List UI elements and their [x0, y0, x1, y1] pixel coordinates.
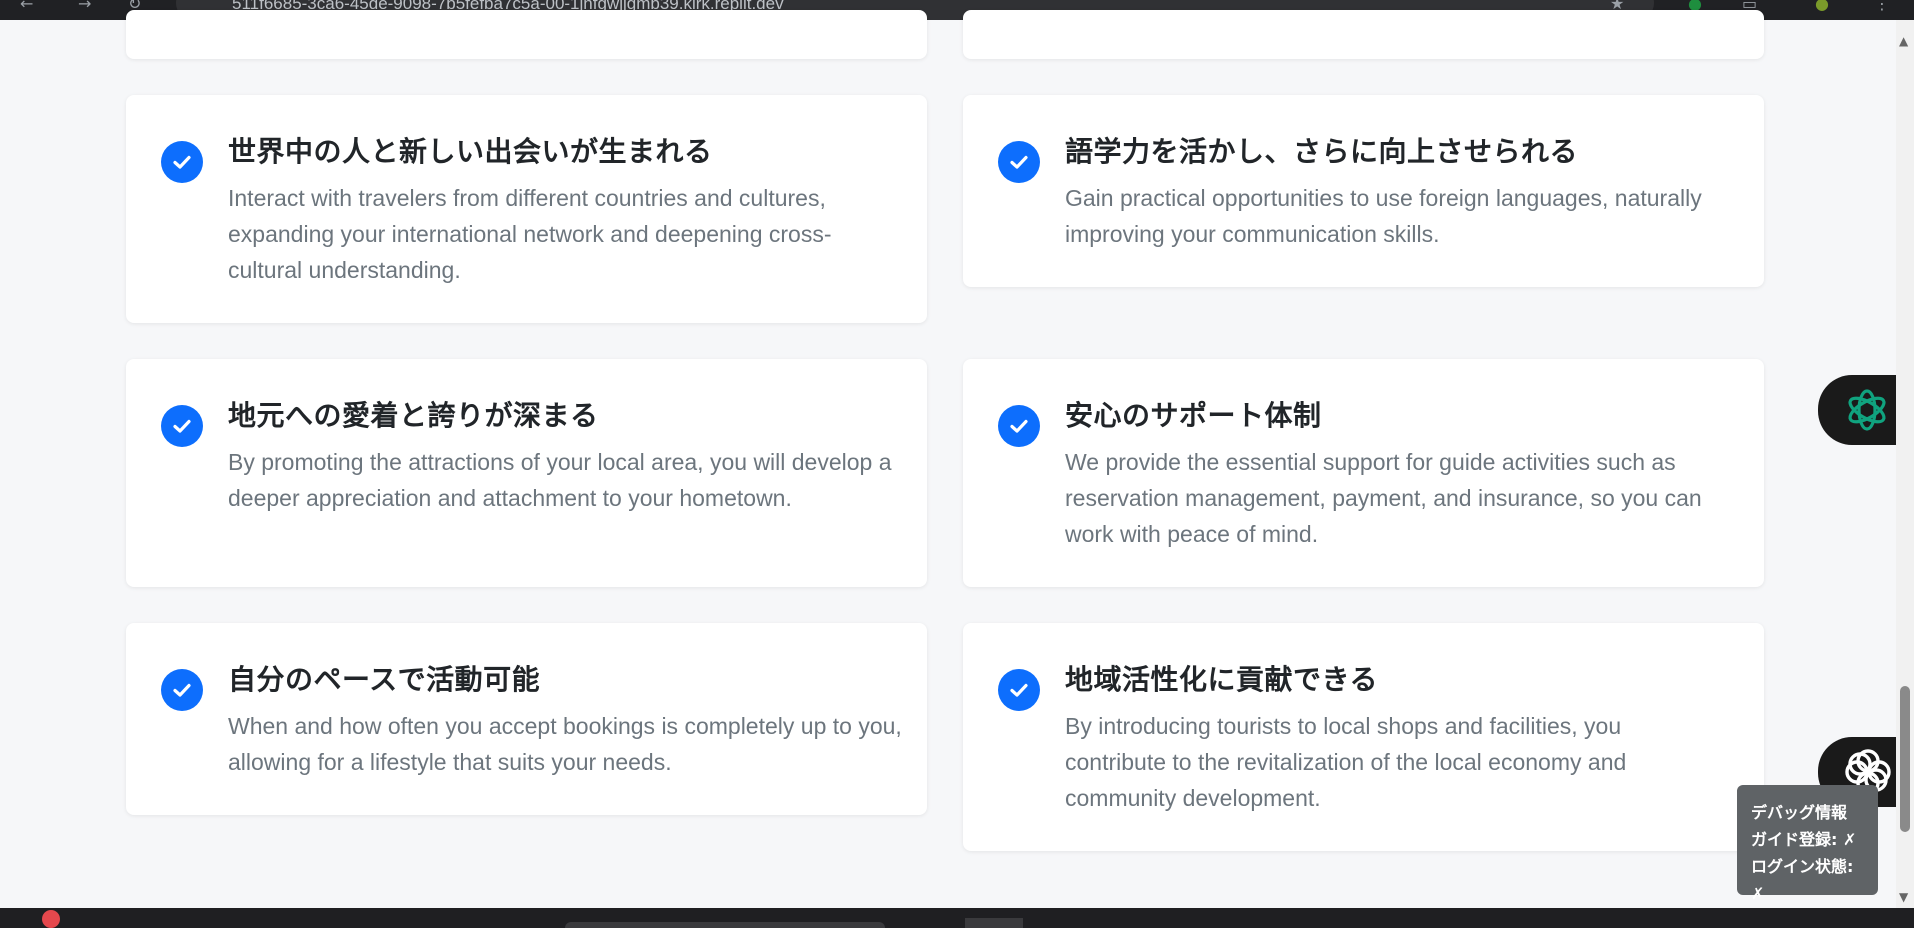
card-title: 自分のペースで活動可能 — [228, 663, 541, 696]
check-circle-icon — [998, 669, 1040, 711]
debug-heading: デバッグ情報 — [1751, 803, 1848, 822]
debug-guide-status: ガイド登録: ✗ — [1751, 830, 1857, 849]
check-circle-icon — [161, 669, 203, 711]
check-circle-icon — [161, 141, 203, 183]
forward-icon[interactable]: → — [78, 0, 91, 13]
scroll-up-icon[interactable]: ▲ — [1899, 34, 1908, 48]
feature-card: 安心のサポート体制 We provide the essential suppo… — [963, 359, 1764, 587]
notification-badge-icon[interactable] — [42, 910, 60, 928]
feature-card: 自分のペースで活動可能 When and how often you accep… — [126, 623, 927, 815]
os-taskbar — [0, 908, 1914, 928]
feature-card: 世界中の人と新しい出会いが生まれる Interact with traveler… — [126, 95, 927, 323]
card-description: By promoting the attractions of your loc… — [228, 449, 892, 511]
openai-logo-icon — [1848, 389, 1886, 431]
taskbar-search-box[interactable] — [565, 922, 885, 928]
check-circle-icon — [998, 141, 1040, 183]
card-description: When and how often you accept bookings i… — [228, 713, 902, 775]
card-title: 地域活性化に貢献できる — [1065, 663, 1378, 696]
feature-card-partial — [963, 10, 1764, 59]
card-title: 世界中の人と新しい出会いが生まれる — [228, 135, 713, 168]
feature-card: 語学力を活かし、さらに向上させられる Gain practical opport… — [963, 95, 1764, 287]
check-circle-icon — [161, 405, 203, 447]
debug-panel: デバッグ情報 ガイド登録: ✗ ログイン状態: ✗ — [1737, 785, 1878, 903]
back-icon[interactable]: ← — [20, 0, 33, 13]
card-title: 語学力を活かし、さらに向上させられる — [1065, 135, 1579, 168]
card-title: 地元への愛着と誇りが深まる — [228, 399, 599, 432]
feature-card-partial — [126, 10, 927, 59]
card-description: Interact with travelers from different c… — [228, 185, 832, 283]
card-title: 安心のサポート体制 — [1065, 399, 1322, 432]
taskbar-app-icon[interactable] — [965, 918, 1023, 928]
scroll-down-icon[interactable]: ▼ — [1899, 890, 1908, 904]
card-description: We provide the essential support for gui… — [1065, 449, 1702, 547]
feature-card: 地域活性化に貢献できる By introducing tourists to l… — [963, 623, 1764, 851]
check-circle-icon — [998, 405, 1040, 447]
debug-login-status: ログイン状態: ✗ — [1751, 857, 1854, 903]
card-description: Gain practical opportunities to use fore… — [1065, 185, 1702, 247]
profile-avatar-icon[interactable]: ● — [1815, 0, 1829, 13]
scrollbar-thumb[interactable] — [1900, 686, 1910, 832]
card-description: By introducing tourists to local shops a… — [1065, 713, 1627, 811]
feature-card: 地元への愛着と誇りが深まる By promoting the attractio… — [126, 359, 927, 587]
menu-icon[interactable]: ⋮ — [1874, 0, 1890, 13]
